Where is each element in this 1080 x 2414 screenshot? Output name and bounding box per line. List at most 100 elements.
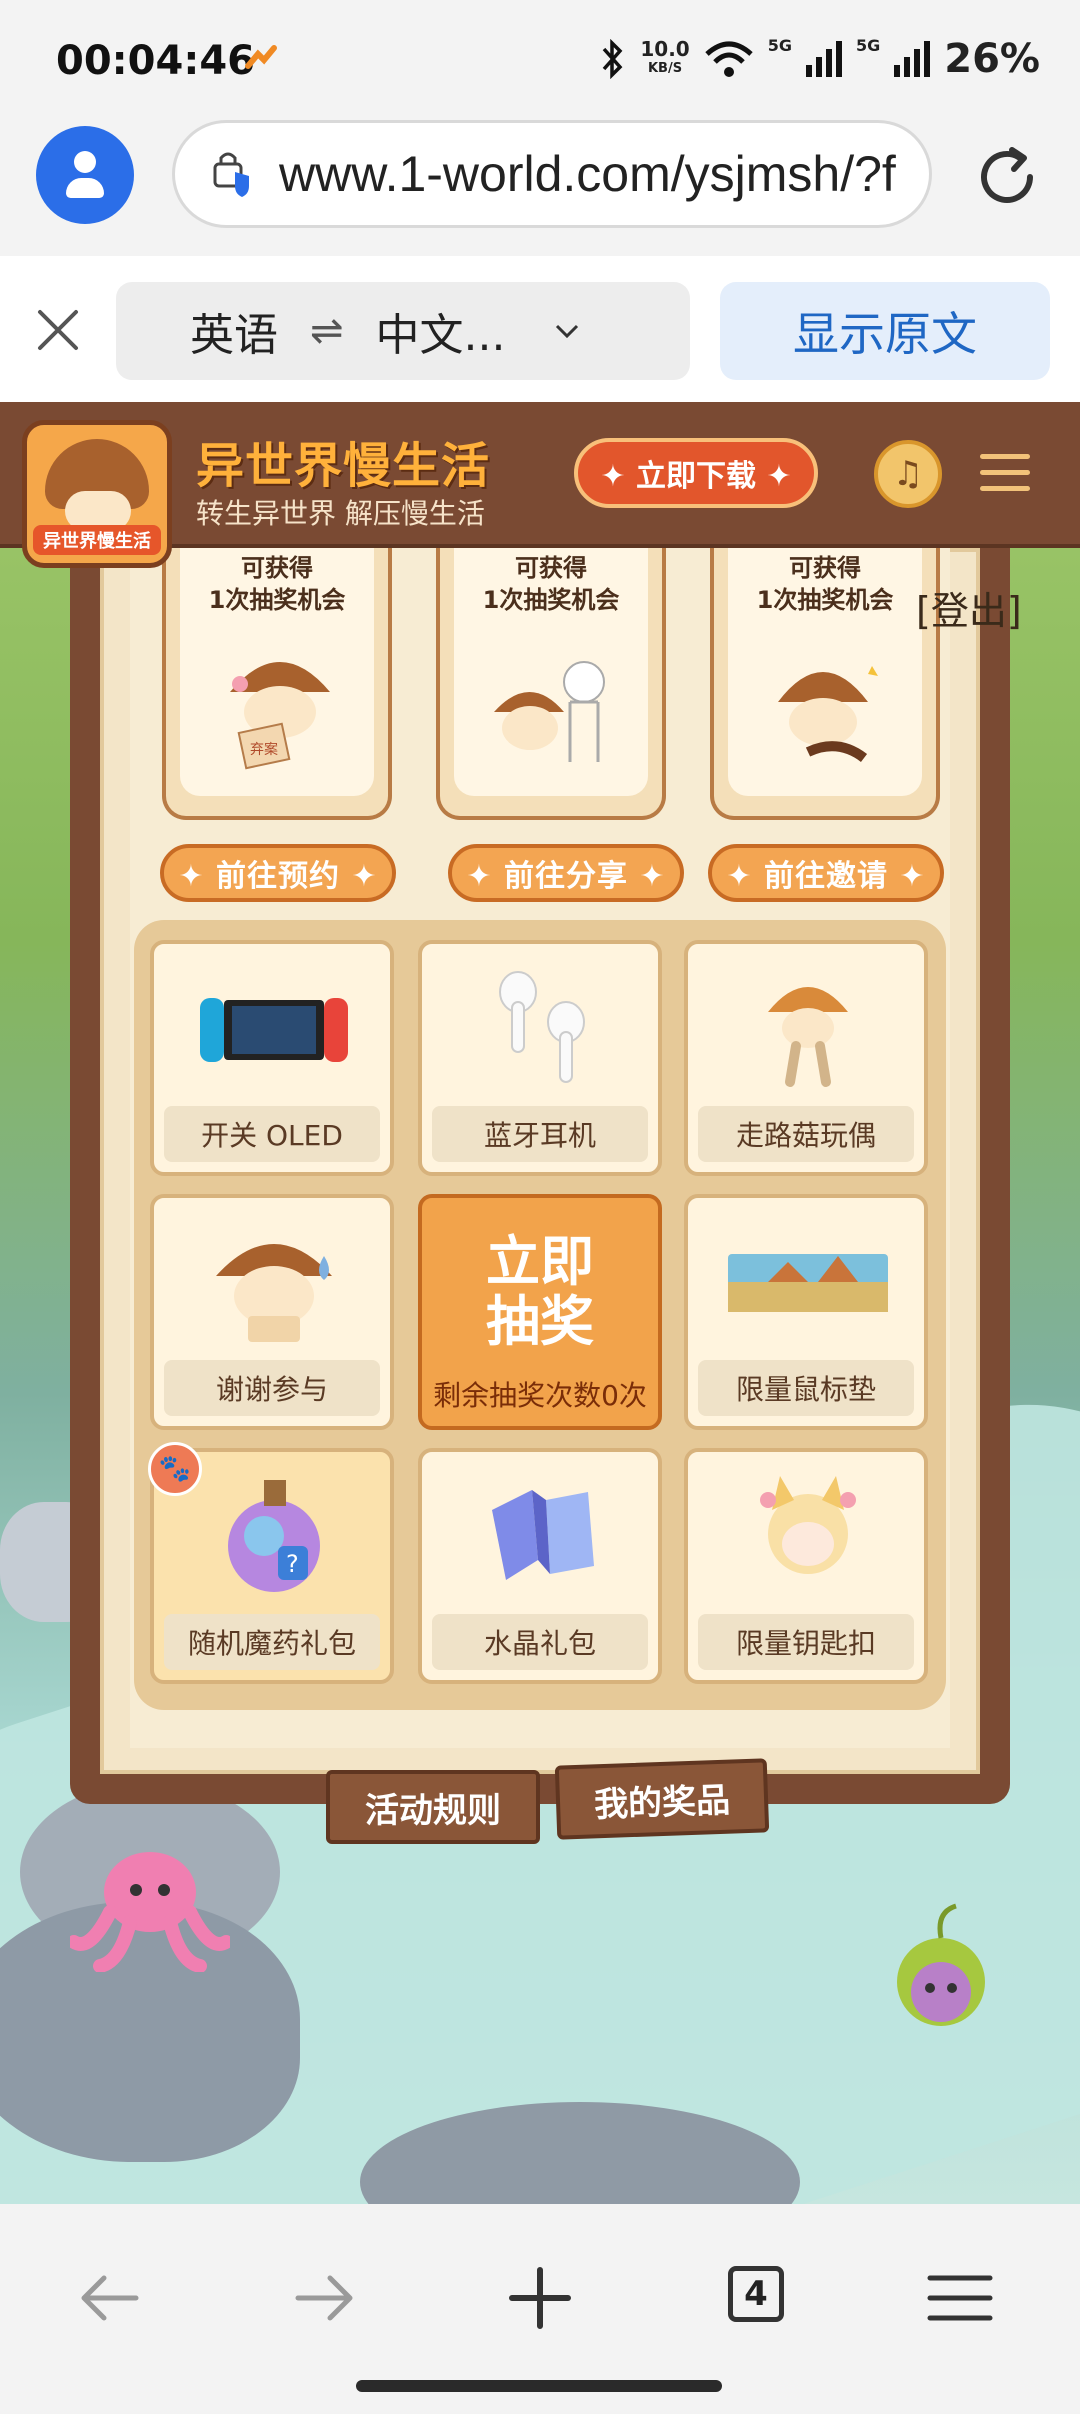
download-button[interactable]: ✦ 立即下载 ✦ — [574, 438, 818, 508]
reward-card-line2: 1次抽奖机会 — [482, 586, 620, 614]
sig2-label: 5G — [855, 36, 881, 55]
prize-tile: 走路菇玩偶 — [684, 940, 928, 1176]
wifi-icon — [705, 41, 753, 77]
draw-title: 立即 抽奖 — [422, 1232, 658, 1352]
menu-line — [980, 454, 1030, 459]
reward-card-inner: 可获得 1次抽奖机会 弃案 — [180, 548, 374, 796]
new-tab-plus-icon[interactable] — [500, 2258, 580, 2338]
logout-link[interactable]: [登出] — [916, 580, 1022, 635]
reward-card-line1: 可获得 — [789, 554, 861, 582]
chevron-down-icon — [556, 324, 579, 338]
crying-mushroom-icon — [216, 1244, 332, 1342]
go-share-button[interactable]: ✦ 前往分享 ✦ — [448, 844, 684, 902]
url-text: www.1-world.com/ysjmsh/?f — [279, 146, 896, 202]
reward-card-inner: 可获得 1次抽奖机会 — [728, 548, 922, 796]
swap-icon: ⇌ — [310, 308, 344, 354]
reward-card-line2: 1次抽奖机会 — [208, 586, 346, 614]
svg-text:弃案: 弃案 — [250, 741, 278, 758]
reward-card-inner: 可获得 1次抽奖机会 — [454, 548, 648, 796]
reward-card-share: 可获得 1次抽奖机会 — [436, 548, 666, 820]
reward-card-caption: 可获得 1次抽奖机会 — [728, 552, 922, 616]
browser-bottom-nav: 4 — [0, 2204, 1080, 2414]
go-reserve-button[interactable]: ✦ 前往预约 ✦ — [160, 844, 396, 902]
address-bar[interactable]: www.1-world.com/ysjmsh/?f — [172, 120, 932, 228]
forward-arrow-icon[interactable] — [284, 2258, 364, 2338]
game-logo[interactable]: 异世界慢生活 — [22, 420, 172, 568]
menu-icon[interactable] — [980, 454, 1030, 494]
reward-card-reserve: 可获得 1次抽奖机会 弃案 — [162, 548, 392, 820]
prize-label: 开关 OLED — [164, 1106, 380, 1162]
prize-label: 水晶礼包 — [432, 1614, 648, 1670]
reward-card-line1: 可获得 — [241, 554, 313, 582]
prize-tile: 开关 OLED — [150, 940, 394, 1176]
back-arrow-icon[interactable] — [70, 2258, 150, 2338]
profile-avatar[interactable] — [36, 126, 134, 224]
tabs-count-button[interactable]: 4 — [728, 2266, 784, 2322]
menu-line — [980, 486, 1030, 491]
draw-title-line2: 抽奖 — [486, 1290, 594, 1353]
prize-tile: 限量鼠标垫 — [684, 1194, 928, 1430]
potion-icon: ? — [228, 1480, 320, 1592]
earbuds-icon — [499, 971, 585, 1083]
prize-label: 蓝牙耳机 — [432, 1106, 648, 1162]
mushroom-waving-icon — [778, 666, 878, 763]
reload-icon[interactable] — [972, 142, 1042, 212]
battery-level: 26% — [944, 36, 1040, 82]
browser-toolbar: www.1-world.com/ysjmsh/?f — [0, 118, 1080, 256]
status-time: 00:04:46 — [56, 38, 255, 84]
menu-icon[interactable] — [920, 2258, 1000, 2338]
target-language: 中文... — [375, 310, 506, 361]
user-icon-body — [66, 178, 104, 198]
speed-boost-icon — [245, 45, 277, 69]
go-invite-button[interactable]: ✦ 前往邀请 ✦ — [708, 844, 944, 902]
switch-console-icon — [200, 998, 348, 1062]
language-selector[interactable]: 英语 ⇌ 中文... — [116, 282, 690, 380]
close-icon[interactable] — [36, 308, 80, 352]
sig1-label: 5G — [767, 36, 792, 55]
draw-now-button[interactable]: 立即 抽奖 剩余抽奖次数0次 — [418, 1194, 662, 1430]
svg-text:?: ? — [286, 1550, 299, 1578]
rules-tab[interactable]: 活动规则 — [326, 1770, 540, 1844]
site-title: 异世界慢生活 — [196, 438, 491, 494]
mushroom-doll-icon — [768, 987, 848, 1087]
reward-card-line2: 1次抽奖机会 — [756, 586, 894, 614]
mushroom-holding-sign-icon: 弃案 — [230, 662, 330, 770]
paw-icon: 🐾 — [148, 1442, 202, 1496]
logo-text: 异世界慢生活 — [33, 525, 161, 555]
prize-tile: 蓝牙耳机 — [418, 940, 662, 1176]
web-content: 异世界慢生活 异世界慢生活 转生异世界 解压慢生活 ✦ 立即下载 ✦ ♫ [登出… — [0, 402, 1080, 2204]
secure-lock-icon — [213, 152, 249, 197]
prize-tile: 限量钥匙扣 — [684, 1448, 928, 1684]
cell-signal-icon — [805, 41, 842, 77]
reward-card-caption: 可获得 1次抽奖机会 — [180, 552, 374, 616]
site-header: 异世界慢生活 异世界慢生活 转生异世界 解压慢生活 ✦ 立即下载 ✦ ♫ — [0, 402, 1080, 568]
user-icon — [74, 151, 96, 173]
prize-tile: 水晶礼包 — [418, 1448, 662, 1684]
status-icons: 10.0 KB/S 5G 5G 26% — [600, 36, 1040, 82]
menu-line — [980, 470, 1030, 475]
cell-signal-icon — [894, 41, 931, 77]
site-subtitle: 转生异世界 解压慢生活 — [196, 497, 485, 530]
octopus-icon — [70, 1852, 230, 1972]
remaining-draws: 剩余抽奖次数0次 — [433, 1379, 647, 1412]
prize-label: 限量鼠标垫 — [698, 1360, 914, 1416]
prize-tile: 谢谢参与 — [150, 1194, 394, 1430]
translate-bar: 英语 ⇌ 中文... 显示原文 — [0, 256, 1080, 402]
plant-creature-icon — [897, 1903, 985, 2026]
my-prizes-tab[interactable]: 我的奖品 — [554, 1758, 770, 1840]
music-icon[interactable]: ♫ — [874, 440, 942, 508]
reward-card-invite: 可获得 1次抽奖机会 — [710, 548, 940, 820]
show-original-button[interactable]: 显示原文 — [720, 282, 1050, 380]
draw-title-line1: 立即 — [486, 1230, 594, 1293]
reward-card-line1: 可获得 — [515, 554, 587, 582]
prize-label: 随机魔药礼包 — [164, 1614, 380, 1670]
prize-label: 限量钥匙扣 — [698, 1614, 914, 1670]
mushroom-with-friend-icon — [494, 661, 605, 762]
home-indicator[interactable] — [356, 2380, 722, 2392]
network-speed: 10.0 KB/S — [640, 37, 690, 76]
prize-label: 走路菇玩偶 — [698, 1106, 914, 1162]
bluetooth-icon — [603, 39, 623, 79]
source-language: 英语 — [190, 310, 278, 361]
mousepad-icon — [728, 1254, 888, 1312]
keychain-icon — [760, 1476, 856, 1574]
